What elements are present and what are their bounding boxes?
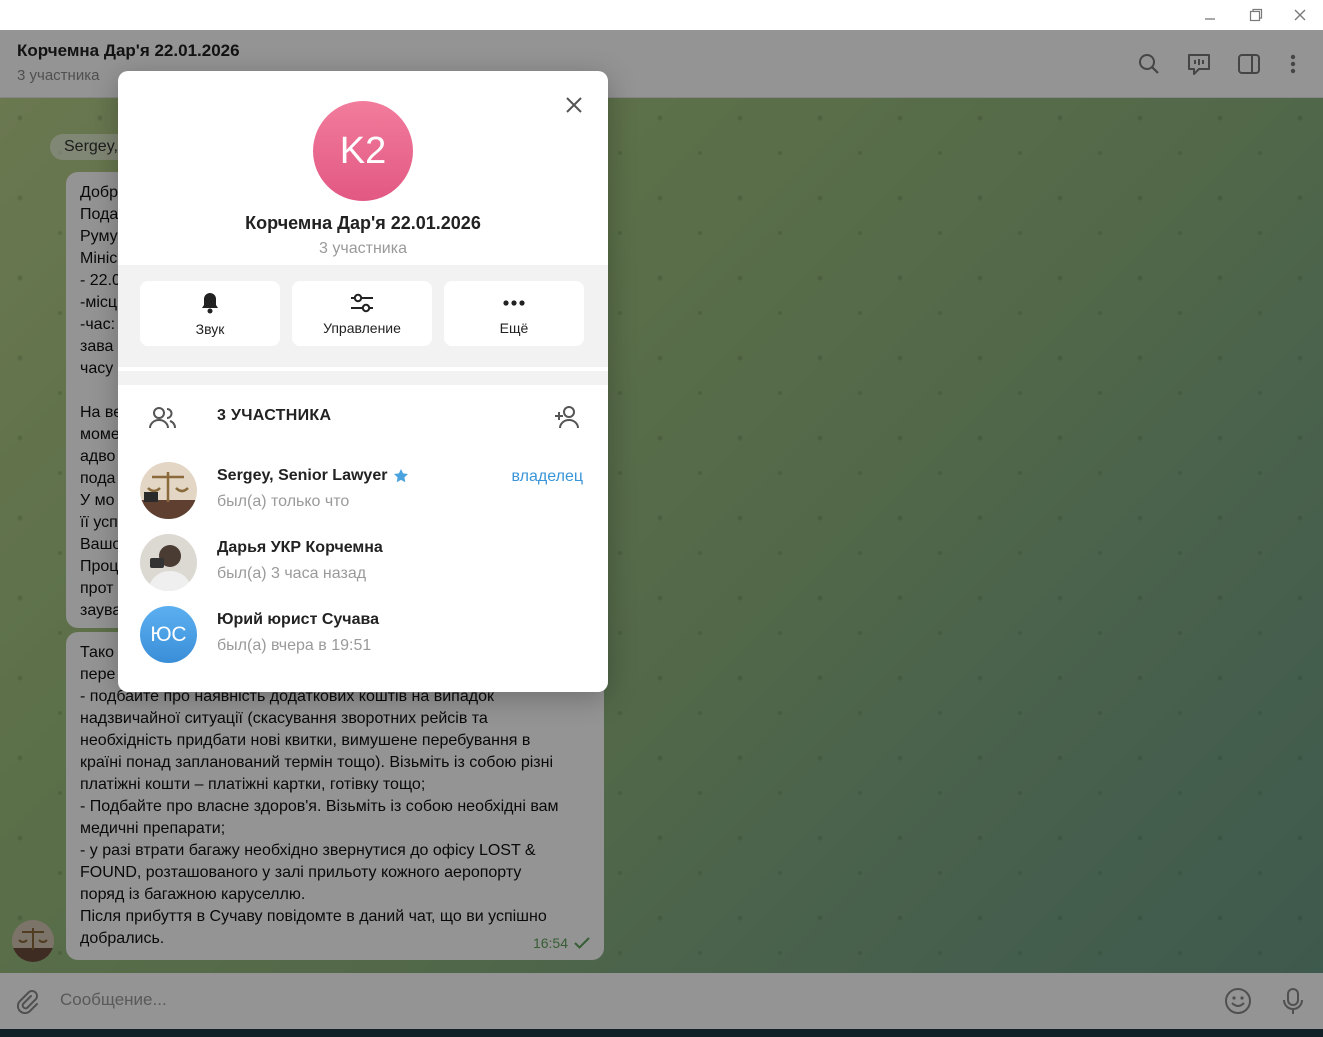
group-avatar[interactable]: K2 <box>313 101 413 201</box>
member-role-badge: владелец <box>511 468 583 485</box>
restore-icon <box>1249 8 1263 22</box>
manage-label: Управление <box>323 319 401 336</box>
dialog-close-button[interactable] <box>560 91 588 119</box>
member-status: был(а) только что <box>217 493 350 510</box>
people-icon <box>149 407 176 429</box>
member-name: Sergey, Senior Lawyer <box>217 467 409 485</box>
member-name-text: Дарья УКР Корчемна <box>217 539 383 556</box>
sliders-icon <box>351 293 373 312</box>
more-icon <box>503 299 525 306</box>
group-member-count: 3 участника <box>319 240 407 257</box>
manage-button[interactable]: Управление <box>292 281 432 346</box>
star-icon <box>394 469 409 483</box>
group-info-dialog: K2 Корчемна Дар'я 22.01.2026 3 участника… <box>118 71 608 692</box>
bell-icon <box>202 292 218 313</box>
member-avatar <box>140 462 197 519</box>
members-header: 3 УЧАСТНИКА <box>118 385 608 449</box>
member-row[interactable]: Sergey, Senior Lawyer был(а) только что … <box>118 454 608 526</box>
more-label: Ещё <box>499 319 529 336</box>
window-close-button[interactable] <box>1277 0 1323 30</box>
close-icon <box>566 97 582 113</box>
close-icon <box>1294 9 1306 21</box>
minimize-icon <box>1205 18 1215 20</box>
window-titlebar <box>0 0 1323 30</box>
member-name-text: Юрий юрист Сучава <box>217 611 380 628</box>
sound-label: Звук <box>195 320 225 337</box>
member-row[interactable]: ЮС Юрий юрист Сучава был(а) вчера в 19:5… <box>118 598 608 670</box>
member-name: Дарья УКР Корчемна <box>217 539 383 557</box>
member-status: был(а) вчера в 19:51 <box>217 637 372 654</box>
person-photo-avatar-icon <box>140 534 197 591</box>
member-status: был(а) 3 часа назад <box>217 565 367 582</box>
member-name: Юрий юрист Сучава <box>217 611 379 629</box>
restore-button[interactable] <box>1233 0 1279 30</box>
members-title: 3 УЧАСТНИКА <box>217 407 332 424</box>
member-row[interactable]: Дарья УКР Корчемна был(а) 3 часа назад <box>118 526 608 598</box>
more-button[interactable]: Ещё <box>444 281 584 346</box>
lawyer-scales-avatar-icon <box>140 462 197 519</box>
section-divider <box>118 371 608 385</box>
group-title: Корчемна Дар'я 22.01.2026 <box>245 213 481 233</box>
add-member-icon[interactable] <box>553 403 583 431</box>
member-avatar: ЮС <box>140 606 197 663</box>
sound-button[interactable]: Звук <box>140 281 280 346</box>
member-avatar <box>140 534 197 591</box>
member-name-text: Sergey, Senior Lawyer <box>217 467 388 484</box>
minimize-button[interactable] <box>1187 0 1233 30</box>
